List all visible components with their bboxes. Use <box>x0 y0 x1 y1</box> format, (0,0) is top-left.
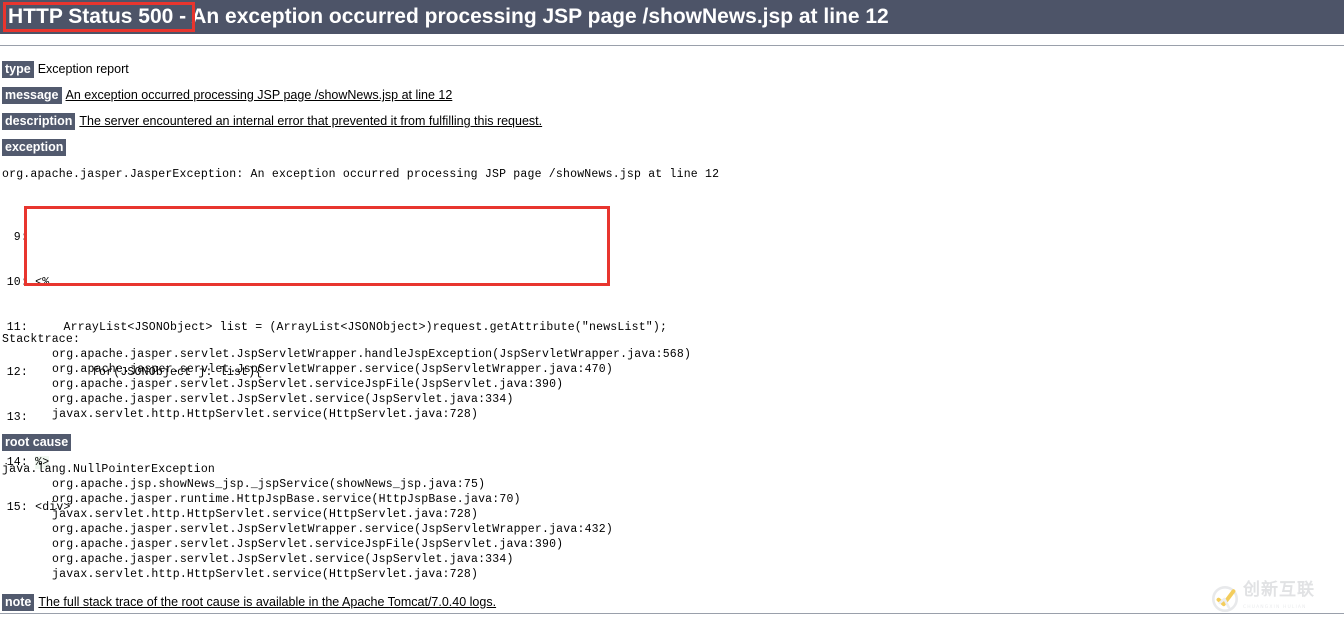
root-cause-frame: org.apache.jasper.servlet.JspServletWrap… <box>52 523 613 536</box>
footer-divider <box>0 613 1344 614</box>
watermark-primary-text: 创新互联 <box>1243 580 1315 600</box>
root-cause-frame: org.apache.jasper.servlet.JspServlet.ser… <box>52 553 514 566</box>
root-cause-exception: java.lang.NullPointerException <box>2 463 216 476</box>
stacktrace-frame: org.apache.jasper.servlet.JspServletWrap… <box>52 348 692 361</box>
type-value: Exception report <box>37 62 129 76</box>
message-value: An exception occurred processing JSP pag… <box>65 88 453 102</box>
code-line-source: <% <box>35 276 50 289</box>
header-divider <box>0 45 1344 46</box>
description-value: The server encountered an internal error… <box>79 114 543 128</box>
root-cause-row: root cause <box>2 434 72 451</box>
status-code-text: HTTP Status 500 <box>8 5 174 28</box>
type-row: type Exception report <box>2 61 129 78</box>
code-line-number: 13: <box>6 411 28 424</box>
site-watermark: 创新互联 CHUANGXIN HULIAN <box>1212 581 1340 617</box>
description-label: description <box>2 113 76 130</box>
type-label: type <box>2 61 34 78</box>
status-message-text: An exception occurred processing JSP pag… <box>191 5 889 28</box>
note-row: note The full stack trace of the root cau… <box>2 594 497 611</box>
stacktrace-frame: org.apache.jasper.servlet.JspServlet.ser… <box>52 393 514 406</box>
code-line-number: 15: <box>6 501 28 514</box>
watermark-sub-text: CHUANGXIN HULIAN <box>1243 605 1307 610</box>
root-cause-frame: org.apache.jsp.showNews_jsp._jspService(… <box>52 478 486 491</box>
note-label: note <box>2 594 35 611</box>
description-row: description The server encountered an int… <box>2 113 543 130</box>
exception-label: exception <box>2 139 67 156</box>
stacktrace-frame: org.apache.jasper.servlet.JspServlet.ser… <box>52 378 564 391</box>
exception-detail-line: org.apache.jasper.JasperException: An ex… <box>2 168 720 181</box>
code-line-number: 9: <box>13 231 28 244</box>
http-status-header: HTTP Status 500 - An exception occurred … <box>0 0 1344 34</box>
message-label: message <box>2 87 62 104</box>
code-line-number: 10: <box>6 276 28 289</box>
note-value: The full stack trace of the root cause i… <box>38 595 497 609</box>
root-cause-frame: org.apache.jasper.runtime.HttpJspBase.se… <box>52 493 521 506</box>
status-separator: - <box>173 5 192 28</box>
stacktrace-label: Stacktrace: <box>2 333 81 346</box>
stacktrace-frame: org.apache.jasper.servlet.JspServletWrap… <box>52 363 613 376</box>
code-line: 10: <% <box>2 275 667 290</box>
circle-check-logo-icon <box>1212 586 1238 612</box>
watermark-text: 创新互联 CHUANGXIN HULIAN <box>1243 581 1315 617</box>
message-row: message An exception occurred processing … <box>2 87 453 104</box>
root-cause-frame: org.apache.jasper.servlet.JspServlet.ser… <box>52 538 564 551</box>
root-cause-frame: javax.servlet.http.HttpServlet.service(H… <box>52 508 479 521</box>
stacktrace-frame: javax.servlet.http.HttpServlet.service(H… <box>52 408 479 421</box>
code-line: 9: <box>2 230 667 245</box>
code-line: 11: ArrayList<JSONObject> list = (ArrayL… <box>2 320 667 335</box>
exception-row: exception <box>2 139 67 156</box>
code-line-number: 12: <box>6 366 28 379</box>
code-line-source: ArrayList<JSONObject> list = (ArrayList<… <box>35 321 668 334</box>
root-cause-label: root cause <box>2 434 72 451</box>
root-cause-frame: javax.servlet.http.HttpServlet.service(H… <box>52 568 479 581</box>
